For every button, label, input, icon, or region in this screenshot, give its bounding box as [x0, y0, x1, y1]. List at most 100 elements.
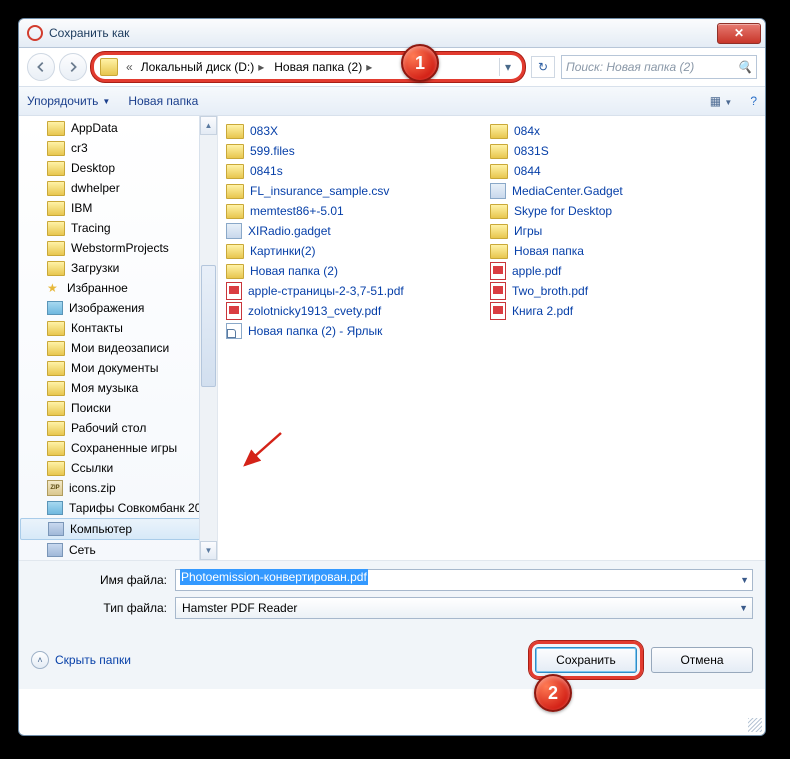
file-list[interactable]: 083X 599.files 0841s FL_insurance_sample.cs…: [218, 116, 765, 560]
file-item-label: Картинки(2): [250, 244, 316, 258]
breadcrumb-bar[interactable]: « Локальный диск (D:)▸ Новая папка (2)▸ …: [91, 52, 525, 82]
search-input[interactable]: Поиск: Новая папка (2) 🔍: [561, 55, 757, 79]
filename-label: Имя файла:: [31, 573, 175, 587]
nav-tree[interactable]: AppData cr3 DesktopdwhelperIBMTracingWebst…: [19, 116, 218, 560]
filetype-select[interactable]: Hamster PDF Reader▼: [175, 597, 753, 619]
tree-item[interactable]: Изображения: [19, 298, 217, 318]
breadcrumb-overflow[interactable]: «: [126, 60, 133, 74]
file-item[interactable]: FL_insurance_sample.csv: [226, 182, 450, 200]
search-placeholder: Поиск: Новая папка (2): [566, 60, 694, 74]
filetype-label: Тип файла:: [31, 601, 175, 615]
annotation-badge-2: 2: [534, 674, 572, 712]
hide-folders-link[interactable]: ˄ Скрыть папки: [31, 651, 131, 669]
scroll-thumb[interactable]: [201, 265, 216, 387]
tree-item[interactable]: Загрузки: [19, 258, 217, 278]
file-item[interactable]: apple.pdf: [490, 262, 714, 280]
tree-item[interactable]: Тарифы Совкомбанк 20…: [19, 498, 217, 518]
window-title: Сохранить как: [49, 26, 129, 40]
tree-item[interactable]: Мои документы: [19, 358, 217, 378]
file-item-label: 0831S: [514, 144, 549, 158]
scroll-up-button[interactable]: ▲: [200, 116, 217, 135]
breadcrumb-item[interactable]: Локальный диск (D:)▸: [137, 60, 271, 74]
file-item-label: Skype for Desktop: [514, 204, 612, 218]
tree-item-label: Сеть: [69, 543, 96, 557]
tree-item[interactable]: Моя музыка: [19, 378, 217, 398]
organize-button[interactable]: Упорядочить ▼: [27, 94, 110, 108]
tree-item[interactable]: Поиски: [19, 398, 217, 418]
tree-item-label: Ссылки: [71, 461, 113, 475]
view-options-button[interactable]: ▦ ▼: [710, 94, 733, 108]
file-item[interactable]: Картинки(2): [226, 242, 450, 260]
file-item[interactable]: 599.files: [226, 142, 450, 160]
file-item[interactable]: memtest86+-5.01: [226, 202, 450, 220]
file-item[interactable]: zolotnicky1913_cvety.pdf: [226, 302, 450, 320]
tree-item[interactable]: ★Избранное: [19, 278, 217, 298]
tree-item[interactable]: Desktop: [19, 158, 217, 178]
tree-scrollbar[interactable]: ▲ ▼: [199, 116, 217, 560]
tree-item[interactable]: Сохраненные игры: [19, 438, 217, 458]
forward-button[interactable]: [59, 53, 87, 81]
file-item[interactable]: 0844: [490, 162, 714, 180]
file-item-label: 599.files: [250, 144, 295, 158]
file-item[interactable]: Книга 2.pdf: [490, 302, 714, 320]
tree-item[interactable]: WebstormProjects: [19, 238, 217, 258]
file-item-label: zolotnicky1913_cvety.pdf: [248, 304, 381, 318]
tree-item[interactable]: cr3: [19, 138, 217, 158]
resize-grip[interactable]: [748, 718, 762, 732]
close-button[interactable]: ✕: [717, 23, 761, 44]
refresh-button[interactable]: ↻: [531, 56, 555, 78]
file-item[interactable]: Игры: [490, 222, 714, 240]
file-item[interactable]: Новая папка (2) - Ярлык: [226, 322, 450, 340]
file-item[interactable]: Two_broth.pdf: [490, 282, 714, 300]
file-item[interactable]: Новая папка (2): [226, 262, 450, 280]
breadcrumb-item[interactable]: Новая папка (2)▸: [270, 60, 378, 74]
file-item-label: Новая папка (2) - Ярлык: [248, 324, 382, 338]
tree-item-label: Поиски: [71, 401, 111, 415]
file-item[interactable]: XIRadio.gadget: [226, 222, 450, 240]
file-item[interactable]: Новая папка: [490, 242, 714, 260]
tree-item[interactable]: Рабочий стол: [19, 418, 217, 438]
breadcrumb-dropdown[interactable]: ▾: [499, 58, 516, 76]
tree-item[interactable]: AppData: [19, 118, 217, 138]
file-item-label: apple.pdf: [512, 264, 561, 278]
file-item[interactable]: 0831S: [490, 142, 714, 160]
tree-item-label: cr3: [71, 141, 88, 155]
new-folder-button[interactable]: Новая папка: [128, 94, 198, 108]
tree-item[interactable]: IBM: [19, 198, 217, 218]
nav-row: « Локальный диск (D:)▸ Новая папка (2)▸ …: [19, 48, 765, 86]
file-item[interactable]: Skype for Desktop: [490, 202, 714, 220]
tree-item[interactable]: Ссылки: [19, 458, 217, 478]
chevron-down-icon: ▼: [724, 98, 732, 107]
chevron-down-icon[interactable]: ▼: [739, 603, 748, 613]
dialog-body: AppData cr3 DesktopdwhelperIBMTracingWebst…: [19, 116, 765, 560]
bottom-panel: Имя файла: Photoemission-конвертирован.p…: [19, 560, 765, 635]
tree-item[interactable]: Сеть: [19, 540, 217, 560]
folder-icon: [100, 58, 118, 76]
tree-item[interactable]: Tracing: [19, 218, 217, 238]
scroll-down-button[interactable]: ▼: [200, 541, 217, 560]
tree-item[interactable]: Компьютер: [20, 518, 216, 540]
view-icon: ▦: [710, 94, 721, 108]
file-item[interactable]: 084x: [490, 122, 714, 140]
file-item-label: memtest86+-5.01: [250, 204, 344, 218]
tree-item[interactable]: dwhelper: [19, 178, 217, 198]
title-bar[interactable]: Сохранить как ✕: [19, 19, 765, 48]
tree-item[interactable]: Мои видеозаписи: [19, 338, 217, 358]
chevron-down-icon[interactable]: ▼: [740, 575, 749, 585]
tree-item-label: Мои видеозаписи: [71, 341, 169, 355]
close-icon: ✕: [734, 26, 744, 40]
tree-item[interactable]: ZIPicons.zip: [19, 478, 217, 498]
filename-input[interactable]: Photoemission-конвертирован.pdf▼: [175, 569, 753, 591]
file-item[interactable]: apple-страницы-2-3,7-51.pdf: [226, 282, 450, 300]
file-item[interactable]: 083X: [226, 122, 450, 140]
file-item[interactable]: MediaCenter.Gadget: [490, 182, 714, 200]
file-item[interactable]: 0841s: [226, 162, 450, 180]
tree-item-label: Тарифы Совкомбанк 20…: [69, 501, 213, 515]
file-item-label: 0841s: [250, 164, 283, 178]
file-item-label: 0844: [514, 164, 541, 178]
cancel-button[interactable]: Отмена: [651, 647, 753, 673]
back-button[interactable]: [27, 53, 55, 81]
save-button[interactable]: Сохранить: [535, 647, 637, 673]
help-button[interactable]: ?: [750, 94, 757, 108]
tree-item[interactable]: Контакты: [19, 318, 217, 338]
